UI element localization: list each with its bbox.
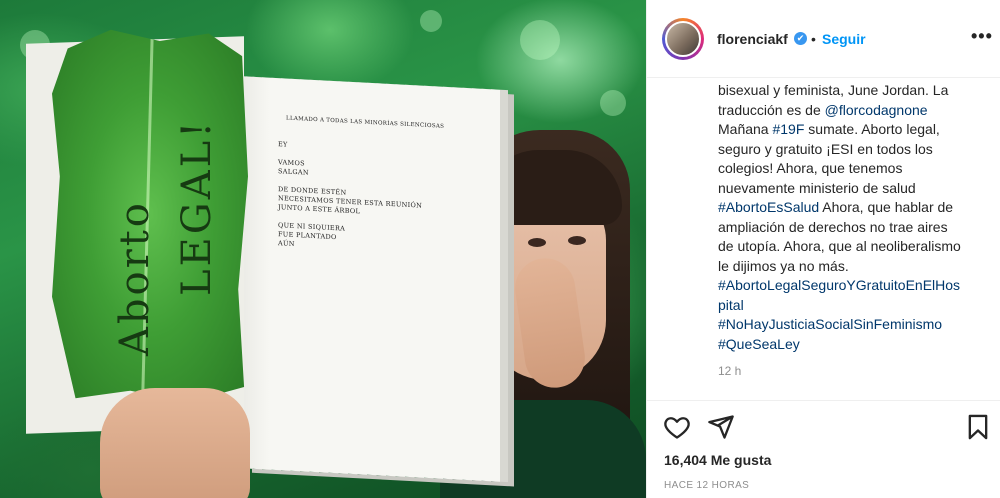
bokeh-light — [420, 10, 442, 32]
caption-text: ampliación de derechos no trae aires — [718, 218, 948, 235]
caption-line: traducción es de @florcodagnone — [718, 101, 988, 121]
caption-text: nuevamente ministerio de salud — [718, 179, 916, 196]
action-bar: 16,404 Me gusta HACE 12 HORAS — [647, 400, 1000, 498]
poem-body: EY VAMOS SALGAN DE DONDE ESTÉN NECESITAMOS… — [278, 140, 422, 256]
bokeh-light — [600, 90, 626, 116]
caption-line: colegios! Ahora, que tenemos — [718, 159, 988, 179]
leaf-handwriting-2: LEGAL! — [174, 118, 220, 296]
post-photo[interactable]: LLAMADO A TODAS LAS MINORÍAS SILENCIOSAS… — [0, 0, 646, 498]
caption-text: colegios! Ahora, que tenemos — [718, 160, 903, 176]
save-bookmark-icon[interactable] — [964, 413, 992, 441]
follow-button[interactable]: Seguir — [822, 31, 866, 47]
leaf-image: Aborto LEGAL! — [52, 29, 248, 402]
caption-line: ampliación de derechos no trae aires — [718, 218, 988, 238]
caption-text: sumate. Aborto legal, — [804, 121, 940, 137]
comment-timestamp[interactable]: 12 h — [718, 364, 741, 378]
bokeh-light — [520, 20, 560, 60]
hashtag-link[interactable]: #19F — [772, 121, 804, 137]
caption-line: #AbortoEsSalud Ahora, que hablar de — [718, 198, 988, 218]
caption-text: Ahora, que hablar de — [819, 199, 954, 215]
caption-line: nuevamente ministerio de salud — [718, 179, 988, 199]
caption-line: de utopía. Ahora, que al neoliberalismo — [718, 237, 988, 257]
caption-text: bisexual y feminista, June Jordan. La — [718, 82, 949, 98]
caption-text: Mañana — [718, 121, 773, 137]
username-link[interactable]: florenciakf — [717, 31, 788, 47]
separator-dot: • — [811, 31, 816, 47]
post-header: florenciakf ✔ • Seguir ••• — [647, 0, 1000, 78]
caption-text: seguro y gratuito ¡ESI en todos los — [718, 140, 933, 157]
hashtag-link[interactable]: #NoHayJusticiaSocialSinFeminismo — [718, 316, 942, 332]
post-caption: bisexual y feminista, June Jordan. La tra… — [718, 78, 988, 400]
caption-line: #QueSeaLey — [718, 335, 988, 355]
hashtag-link[interactable]: #QueSeaLey — [718, 336, 800, 352]
story-ring[interactable] — [662, 18, 704, 60]
hand-holding-book — [100, 388, 250, 498]
share-send-icon[interactable] — [707, 413, 735, 441]
poem-title: LLAMADO A TODAS LAS MINORÍAS SILENCIOSAS — [286, 115, 445, 130]
caption-line: pital — [718, 296, 988, 316]
likes-count[interactable]: 16,404 Me gusta — [664, 452, 771, 468]
caption-text: traducción es de — [718, 101, 825, 118]
more-options-icon[interactable]: ••• — [971, 26, 993, 47]
caption-text: le dijimos ya no más. — [718, 257, 849, 274]
caption-line: seguro y gratuito ¡ESI en todos los — [718, 140, 988, 160]
mention-link[interactable]: @florcodagnone — [825, 102, 928, 118]
avatar[interactable] — [665, 21, 701, 57]
leaf-handwriting-1: Aborto — [112, 200, 158, 356]
post-timestamp[interactable]: HACE 12 HORAS — [664, 480, 749, 491]
hashtag-link[interactable]: pital — [718, 297, 744, 313]
caption-line: bisexual y feminista, June Jordan. La — [718, 81, 988, 101]
caption-line: le dijimos ya no más. — [718, 257, 988, 277]
caption-line: #AbortoLegalSeguroYGratuitoEnElHos — [718, 276, 988, 296]
caption-line: Mañana #19F sumate. Aborto legal, — [718, 120, 988, 140]
person-eye — [528, 238, 546, 247]
hashtag-link[interactable]: #AbortoEsSalud — [718, 199, 819, 215]
book-right-page: LLAMADO A TODAS LAS MINORÍAS SILENCIOSAS… — [238, 76, 500, 482]
like-heart-icon[interactable] — [663, 413, 691, 441]
post-side-panel: florenciakf ✔ • Seguir ••• bisexual y fe… — [646, 0, 1000, 498]
person-eye — [568, 236, 586, 245]
caption-line: #NoHayJusticiaSocialSinFeminismo — [718, 315, 988, 335]
verified-badge-icon: ✔ — [794, 32, 807, 45]
hashtag-link[interactable]: #AbortoLegalSeguroYGratuitoEnElHos — [718, 277, 960, 293]
caption-text: de utopía. Ahora, que al neoliberalismo — [718, 238, 961, 254]
